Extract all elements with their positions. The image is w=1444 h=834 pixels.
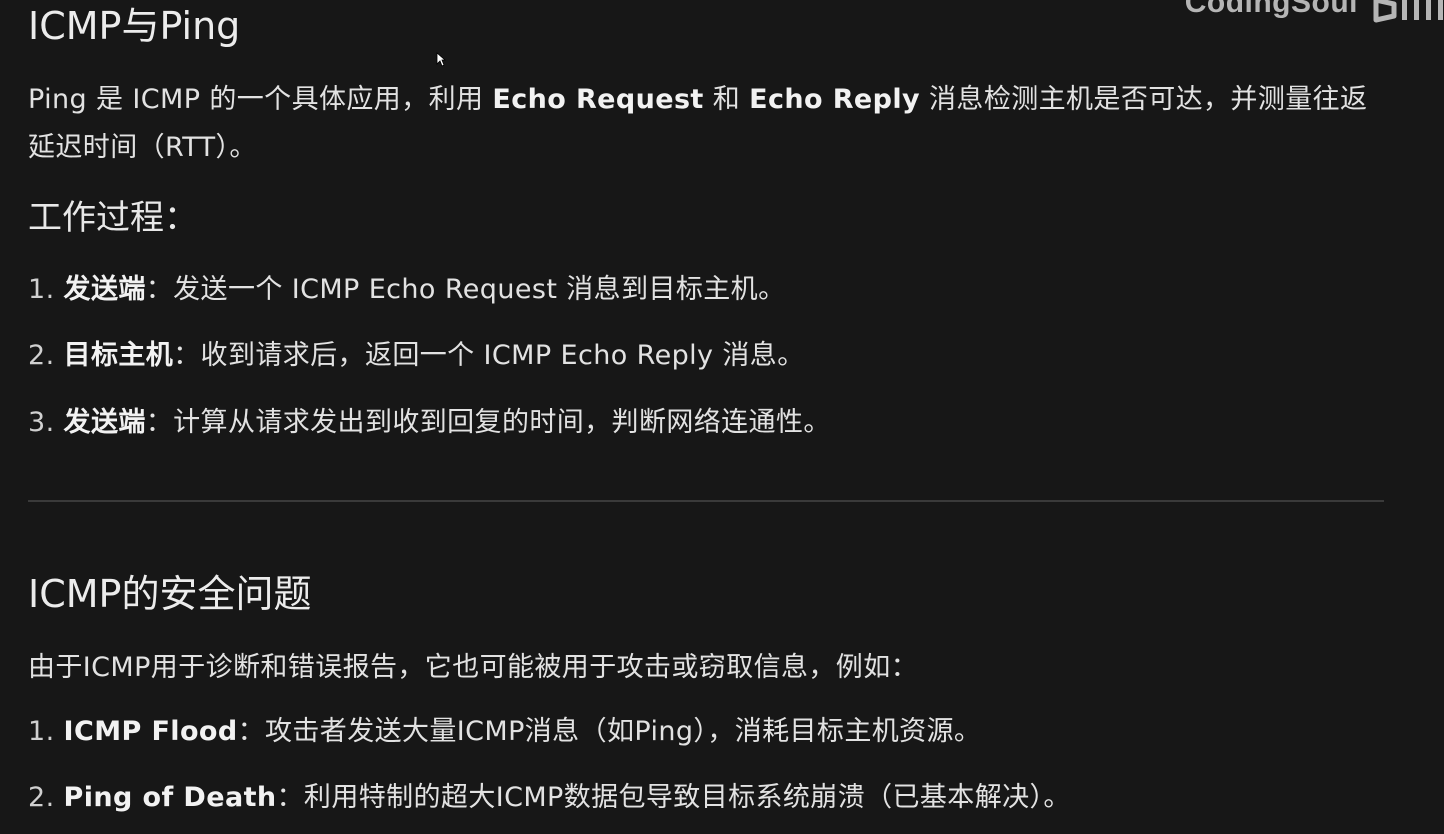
list-item-term: 目标主机 <box>63 340 174 371</box>
list-item-term: 发送端 <box>63 274 146 305</box>
watermark: CodingSoul <box>1185 0 1444 26</box>
echo-reply-term: Echo Reply <box>749 84 921 115</box>
list-item: 2. Ping of Death：利用特制的超大ICMP数据包导致目标系统崩溃（… <box>28 782 1071 813</box>
list-item: 3. 发送端：计算从请求发出到收到回复的时间，判断网络连通性。 <box>28 407 831 438</box>
bilibili-logo-icon <box>1373 0 1443 23</box>
list-item-term: Ping of Death <box>63 782 277 813</box>
section-divider <box>28 500 1384 502</box>
list-item: 1. 发送端：发送一个 ICMP Echo Request 消息到目标主机。 <box>28 274 786 305</box>
list-item: 1. ICMP Flood：攻击者发送大量ICMP消息（如Ping），消耗目标主… <box>28 716 982 747</box>
security-intro-paragraph: 由于ICMP用于诊断和错误报告，它也可能被用于攻击或窃取信息，例如： <box>28 652 918 683</box>
section-title-icmp-security: ICMP的安全问题 <box>28 572 312 616</box>
mouse-cursor-icon <box>436 52 446 67</box>
ping-intro-paragraph: Ping 是 ICMP 的一个具体应用，利用 Echo Request 和 Ec… <box>28 84 1368 163</box>
list-item: 2. 目标主机：收到请求后，返回一个 ICMP Echo Reply 消息。 <box>28 340 805 371</box>
echo-request-term: Echo Request <box>492 84 704 115</box>
list-item-term: 发送端 <box>63 407 146 438</box>
section-title-icmp-ping: ICMP与Ping <box>28 4 241 48</box>
watermark-text: CodingSoul <box>1184 0 1358 19</box>
list-item-term: ICMP Flood <box>63 716 238 747</box>
process-subheading: 工作过程： <box>28 198 198 238</box>
